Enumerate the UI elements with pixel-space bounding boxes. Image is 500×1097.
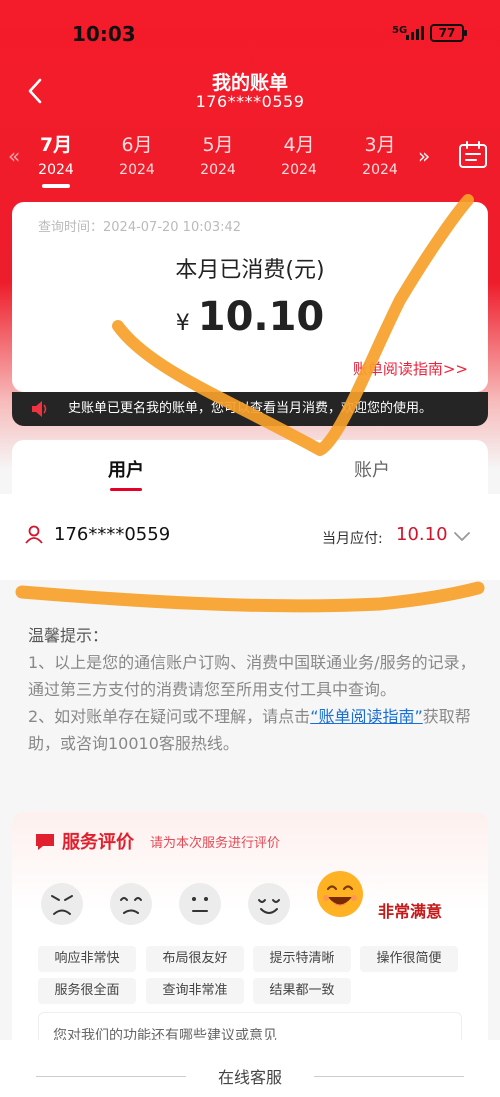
month-year: 2024 — [200, 162, 236, 178]
rating-tag[interactable]: 服务很全面 — [38, 978, 136, 1004]
tips-item-2: 2、如对账单存在疑问或不理解，请点击“账单阅读指南”获取帮助，或咨询10010客… — [28, 703, 478, 757]
tips-item-1: 1、以上是您的通信账户订购、消费中国联通业务/服务的记录，通过第三方支付的消费请… — [28, 653, 476, 699]
spent-amount: ¥10.10 — [12, 294, 488, 340]
dissatisfied-face-icon[interactable] — [109, 882, 153, 926]
currency-symbol: ¥ — [175, 311, 190, 336]
very-satisfied-face-icon[interactable] — [316, 870, 364, 918]
selected-rating-label: 非常满意 — [378, 902, 443, 921]
tab-bar: 用户 账户 — [12, 440, 488, 494]
rating-subtitle: 请为本次服务进行评价 — [150, 836, 281, 851]
rating-tag[interactable]: 查询非常准 — [146, 978, 244, 1004]
amount-value: 10.10 — [197, 294, 325, 340]
user-phone: 176****0559 — [54, 524, 171, 545]
query-time: 查询时间：2024-07-20 10:03:42 — [38, 220, 242, 235]
user-icon — [25, 525, 43, 544]
due-label: 当月应付: — [322, 531, 383, 547]
signal-icon — [406, 26, 424, 40]
rating-tag[interactable]: 提示特清晰 — [253, 946, 351, 972]
footer-divider-right — [314, 1076, 464, 1077]
prev-months-icon[interactable]: « — [8, 144, 20, 168]
month-year: 2024 — [119, 162, 155, 178]
calendar-icon[interactable] — [458, 140, 488, 170]
user-bill-row[interactable]: 176****0559 当月应付: 10.10 — [0, 494, 500, 580]
month-year: 2024 — [362, 162, 398, 178]
spent-label: 本月已消费(元) — [175, 258, 325, 283]
rating-tag[interactable]: 操作很简便 — [360, 946, 458, 972]
due-value: 10.10 — [396, 524, 448, 545]
tips-guide-link[interactable]: “账单阅读指南” — [310, 707, 423, 726]
tab-account[interactable]: 账户 — [302, 456, 442, 482]
chat-bubble-icon — [36, 834, 54, 850]
rating-tag[interactable]: 布局很友好 — [146, 946, 244, 972]
speaker-icon — [32, 401, 47, 417]
tips-heading: 温馨提示： — [28, 626, 109, 645]
satisfied-face-icon[interactable] — [247, 882, 291, 926]
month-tab-mar[interactable]: 3月 2024 — [350, 130, 410, 178]
month-tab-jun[interactable]: 6月 2024 — [107, 130, 167, 178]
service-rating-card: 服务评价 请为本次服务进行评价 非常满意 响应非常快 布局很友好 提示特清晰 操… — [12, 812, 488, 1062]
month-label: 7月 — [39, 134, 73, 156]
network-indicator: 5G — [392, 25, 408, 36]
rating-tag[interactable]: 结果都一致 — [253, 978, 351, 1004]
next-months-icon[interactable]: » — [418, 144, 430, 168]
status-time: 10:03 — [72, 22, 136, 46]
page-title: 我的账单 — [211, 72, 288, 94]
tips-item-2-text: 2、如对账单存在疑问或不理解，请点击 — [28, 707, 311, 726]
month-label: 5月 — [202, 134, 234, 156]
month-label: 6月 — [121, 134, 153, 156]
month-tab-apr[interactable]: 4月 2024 — [269, 130, 329, 178]
month-year: 2024 — [281, 162, 317, 178]
rating-tag[interactable]: 响应非常快 — [38, 946, 136, 972]
very-dissatisfied-face-icon[interactable] — [40, 882, 84, 926]
month-tab-may[interactable]: 5月 2024 — [188, 130, 248, 178]
footer-bar: 在线客服 — [0, 1040, 500, 1097]
month-tab-jul[interactable]: 7月 2024 — [26, 130, 86, 188]
tips-section: 温馨提示： 1、以上是您的通信账户订购、消费中国联通业务/服务的记录，通过第三方… — [28, 622, 478, 757]
notice-banner: 史账单已更名我的账单，您可以查看当月消费，欢迎您的使用。 — [12, 392, 488, 426]
bill-summary-card: 查询时间：2024-07-20 10:03:42 本月已消费(元) ¥10.10… — [12, 202, 488, 392]
month-selector: « 7月 2024 6月 2024 5月 2024 4月 2024 3月 202… — [0, 130, 500, 190]
neutral-face-icon[interactable] — [178, 882, 222, 926]
month-label: 4月 — [283, 134, 315, 156]
rating-title: 服务评价 — [62, 832, 134, 853]
status-bar: 10:03 5G 77 — [0, 0, 500, 64]
month-year: 2024 — [38, 162, 74, 178]
bill-guide-link[interactable]: 账单阅读指南>> — [353, 358, 468, 379]
chevron-down-icon[interactable] — [452, 530, 472, 544]
page-subtitle-phone: 176****0559 — [195, 92, 305, 111]
tab-user[interactable]: 用户 — [56, 456, 196, 491]
rating-faces: 非常满意 — [12, 870, 488, 950]
month-label: 3月 — [364, 134, 396, 156]
battery-icon: 77 — [430, 24, 467, 42]
